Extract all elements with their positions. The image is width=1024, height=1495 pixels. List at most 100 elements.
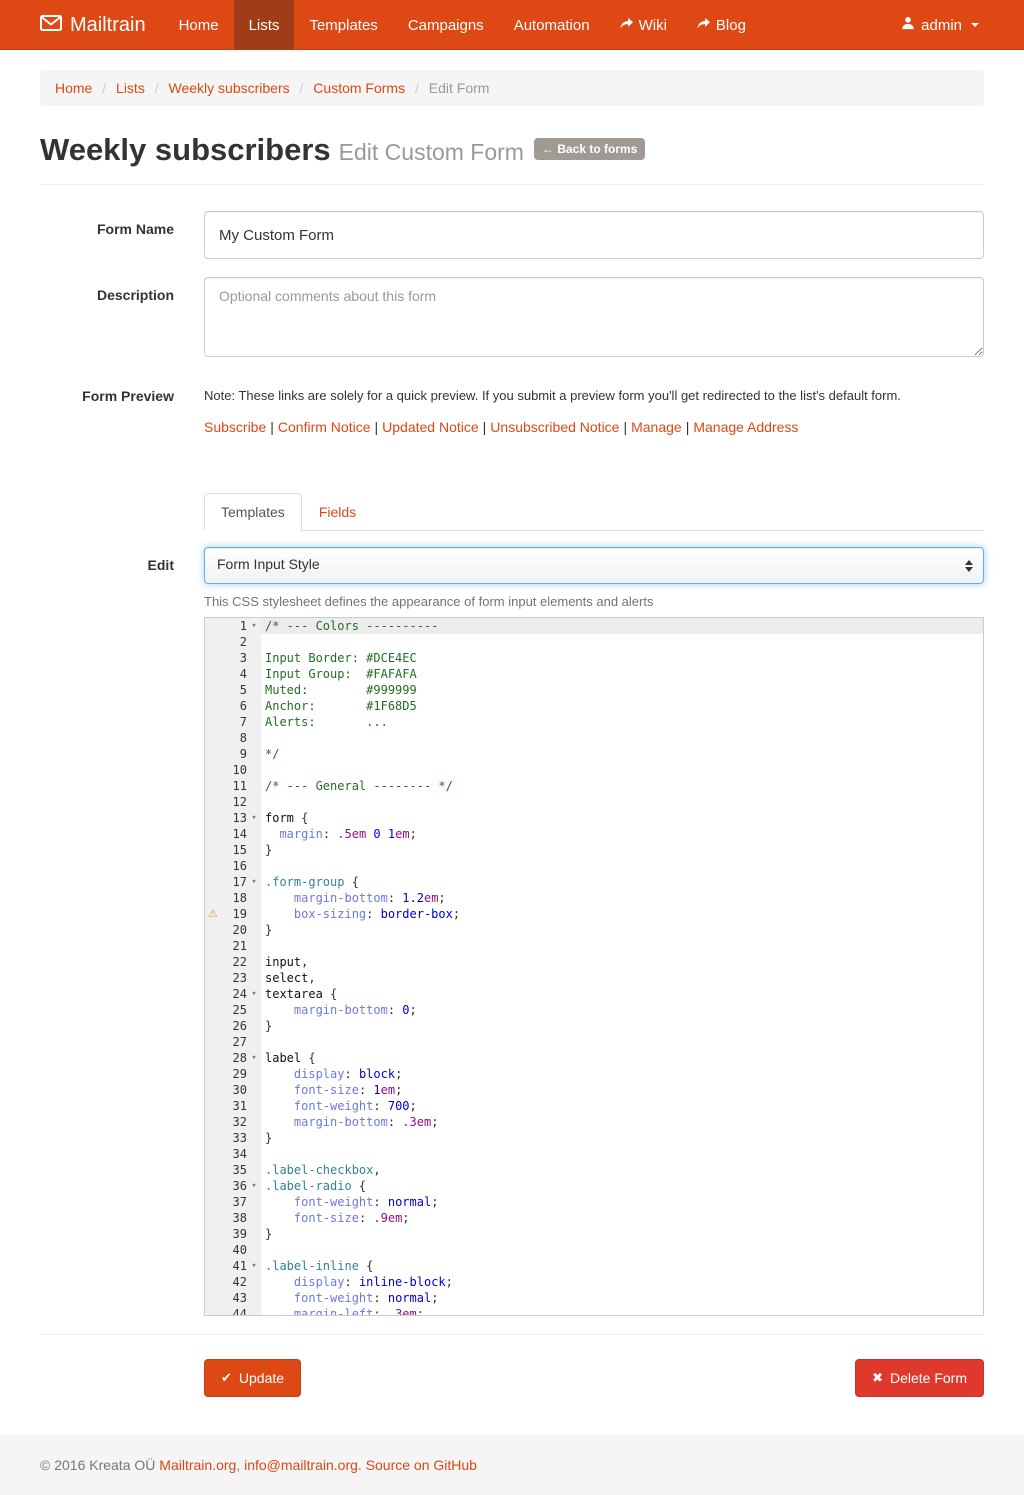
- breadcrumb-lists[interactable]: Lists: [116, 80, 145, 96]
- delete-form-button[interactable]: ✖ Delete Form: [855, 1359, 984, 1397]
- nav-item-templates: Templates: [294, 0, 392, 50]
- nav-item-blog: Blog: [682, 0, 761, 50]
- code-line: 10: [205, 762, 983, 778]
- nav-item-campaigns: Campaigns: [393, 0, 499, 50]
- form-name-input[interactable]: [204, 211, 984, 259]
- code-line: 32 margin-bottom: .3em;: [205, 1114, 983, 1130]
- preview-link-confirm-notice[interactable]: Confirm Notice: [278, 419, 371, 435]
- code-line-content: [261, 762, 983, 778]
- code-editor[interactable]: 1▾/* --- Colors ----------23Input Border…: [204, 617, 984, 1316]
- preview-link-manage[interactable]: Manage: [631, 419, 682, 435]
- code-line: 35.label-checkbox,: [205, 1162, 983, 1178]
- gutter-cell: 16: [205, 858, 261, 874]
- gutter-cell: 9: [205, 746, 261, 762]
- user-menu[interactable]: admin: [896, 16, 984, 34]
- line-number: 32: [205, 1114, 247, 1130]
- fold-arrow-icon[interactable]: ▾: [247, 874, 261, 890]
- preview-link-subscribe[interactable]: Subscribe: [204, 419, 266, 435]
- footer-link-source[interactable]: Source on GitHub: [366, 1457, 477, 1473]
- breadcrumb-separator: /: [409, 80, 425, 96]
- external-arrow-icon: [697, 17, 710, 34]
- code-line-content: box-sizing: border-box;: [261, 906, 983, 922]
- fold-arrow-icon[interactable]: ▾: [247, 986, 261, 1002]
- preview-link-unsubscribed-notice[interactable]: Unsubscribed Notice: [490, 419, 619, 435]
- preview-link-updated-notice[interactable]: Updated Notice: [382, 419, 479, 435]
- footer-link-mailtrain[interactable]: Mailtrain.org: [159, 1457, 236, 1473]
- code-line-content: Input Group: #FAFAFA: [261, 666, 983, 682]
- code-line-content: Input Border: #DCE4EC: [261, 650, 983, 666]
- code-line: 1▾/* --- Colors ----------: [205, 618, 983, 634]
- caret-down-icon: [971, 23, 979, 27]
- breadcrumb-custom-forms[interactable]: Custom Forms: [313, 80, 405, 96]
- gutter-cell: 4: [205, 666, 261, 682]
- code-line-content: margin: .5em 0 1em;: [261, 826, 983, 842]
- line-number: 30: [205, 1082, 247, 1098]
- code-line-content: [261, 938, 983, 954]
- fold-arrow-icon[interactable]: ▾: [247, 618, 261, 634]
- gutter-cell: 36▾: [205, 1178, 261, 1194]
- footer-link-email[interactable]: info@mailtrain.org: [244, 1457, 358, 1473]
- preview-separator: |: [371, 419, 383, 435]
- fold-arrow-icon[interactable]: ▾: [247, 1050, 261, 1066]
- template-select[interactable]: Form Input Style: [204, 547, 984, 584]
- fold-arrow-icon[interactable]: ▾: [247, 1178, 261, 1194]
- line-number: 6: [205, 698, 247, 714]
- back-to-forms-button[interactable]: ← Back to forms: [534, 138, 645, 160]
- line-number: 37: [205, 1194, 247, 1210]
- breadcrumb-separator: /: [294, 80, 310, 96]
- code-line-content: Alerts: ...: [261, 714, 983, 730]
- gutter-cell: 8: [205, 730, 261, 746]
- gutter-cell: 31: [205, 1098, 261, 1114]
- gutter-cell: 7: [205, 714, 261, 730]
- gutter-cell: 14: [205, 826, 261, 842]
- line-number: 7: [205, 714, 247, 730]
- gutter-cell: 3: [205, 650, 261, 666]
- user-name: admin: [921, 17, 962, 34]
- gutter-cell: 29: [205, 1066, 261, 1082]
- breadcrumb-weekly-subscribers[interactable]: Weekly subscribers: [169, 80, 290, 96]
- code-line: 27: [205, 1034, 983, 1050]
- gutter-cell: 12: [205, 794, 261, 810]
- nav-item-wiki: Wiki: [605, 0, 682, 50]
- line-number: 3: [205, 650, 247, 666]
- fold-arrow-icon[interactable]: ▾: [247, 810, 261, 826]
- gutter-cell: 24▾: [205, 986, 261, 1002]
- update-button[interactable]: ✔ Update: [204, 1359, 301, 1397]
- user-icon: [901, 16, 915, 34]
- line-number: 8: [205, 730, 247, 746]
- gutter-cell: 41▾: [205, 1258, 261, 1274]
- line-number: 35: [205, 1162, 247, 1178]
- line-number: 29: [205, 1066, 247, 1082]
- code-line-content: margin-left: .3em;: [261, 1306, 983, 1316]
- code-line-content: .label-radio {: [261, 1178, 983, 1194]
- breadcrumb-home[interactable]: Home: [55, 80, 92, 96]
- footer-separator: .: [358, 1457, 366, 1473]
- breadcrumb: Home / Lists / Weekly subscribers / Cust…: [40, 70, 984, 106]
- gutter-cell: 21: [205, 938, 261, 954]
- gutter-cell: 25: [205, 1002, 261, 1018]
- code-line: 36▾.label-radio {: [205, 1178, 983, 1194]
- tab-bar: Templates Fields: [204, 493, 984, 531]
- code-line: 20}: [205, 922, 983, 938]
- code-line: 12: [205, 794, 983, 810]
- line-number: 1: [205, 618, 247, 634]
- description-textarea[interactable]: [204, 277, 984, 357]
- code-line-content: Muted: #999999: [261, 682, 983, 698]
- line-number: 28: [205, 1050, 247, 1066]
- preview-link-manage-address[interactable]: Manage Address: [693, 419, 798, 435]
- code-line-content: font-weight: normal;: [261, 1194, 983, 1210]
- line-number: 13: [205, 810, 247, 826]
- envelope-logo-icon: [40, 14, 62, 37]
- line-number: 26: [205, 1018, 247, 1034]
- fold-arrow-icon[interactable]: ▾: [247, 1258, 261, 1274]
- code-line-content: display: inline-block;: [261, 1274, 983, 1290]
- gutter-cell: 17▾: [205, 874, 261, 890]
- preview-separator: |: [619, 419, 631, 435]
- code-line-content: form {: [261, 810, 983, 826]
- line-number: 41: [205, 1258, 247, 1274]
- gutter-cell: 22: [205, 954, 261, 970]
- line-number: 9: [205, 746, 247, 762]
- back-arrow-icon: ←: [542, 142, 554, 156]
- brand-link[interactable]: Mailtrain: [40, 0, 164, 50]
- preview-note: Note: These links are solely for a quick…: [204, 378, 984, 403]
